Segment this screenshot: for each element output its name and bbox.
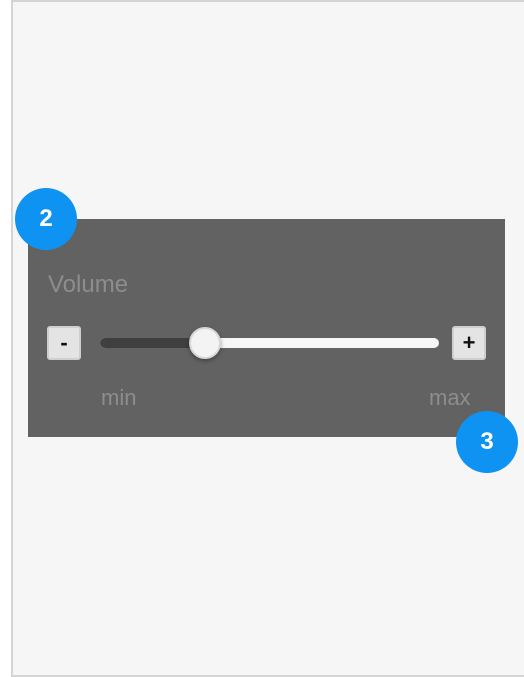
volume-slider[interactable] xyxy=(100,327,439,359)
volume-increment-button[interactable]: + xyxy=(452,326,486,360)
volume-label: Volume xyxy=(48,271,129,298)
volume-decrement-button[interactable]: - xyxy=(47,326,81,360)
volume-max-label: max xyxy=(429,385,471,410)
volume-panel: Volume - + min max xyxy=(28,219,505,437)
annotation-badge-2: 2 xyxy=(15,188,77,250)
annotation-badge-3: 3 xyxy=(456,411,518,473)
volume-min-label: min xyxy=(101,385,137,410)
volume-slider-thumb[interactable] xyxy=(189,327,221,359)
